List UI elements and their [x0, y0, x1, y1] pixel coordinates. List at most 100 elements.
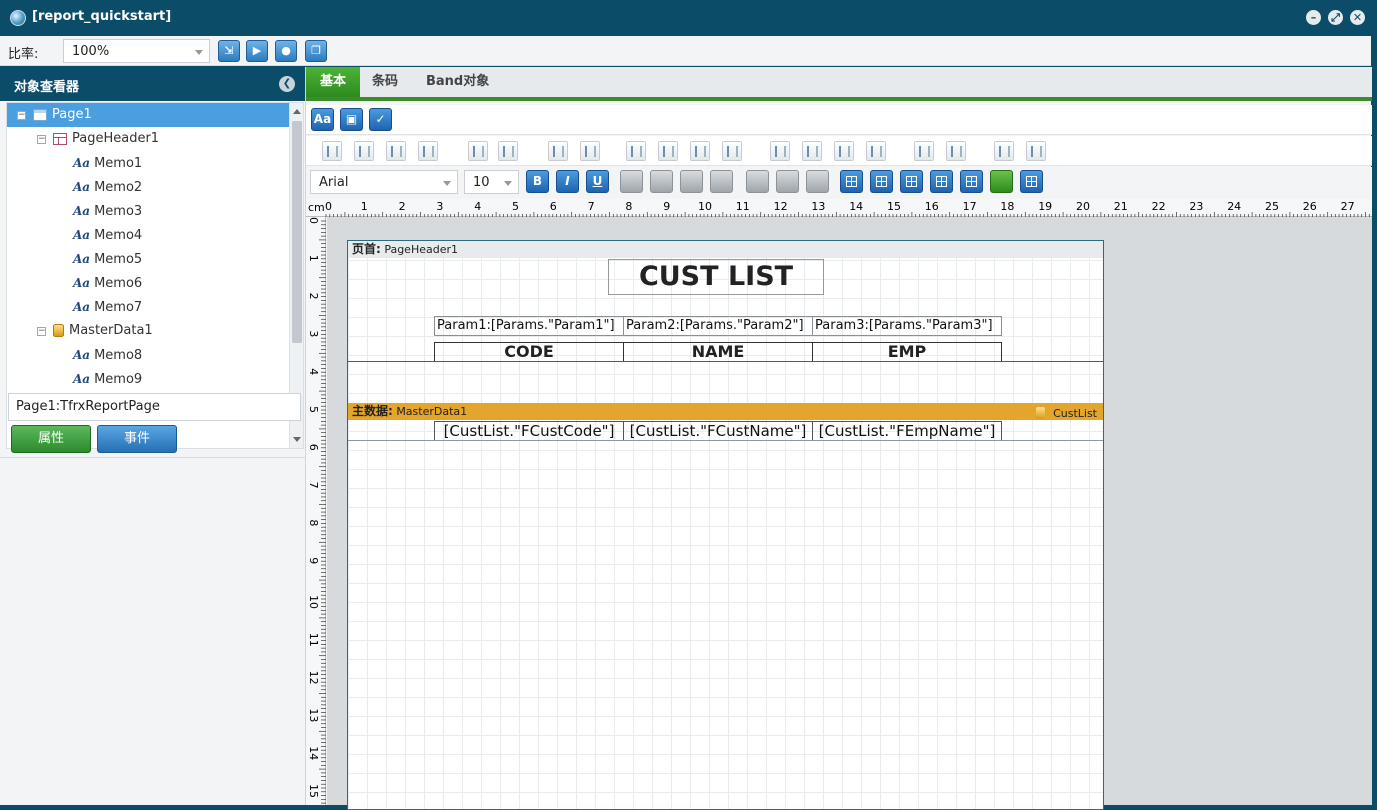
tree-item-memo3[interactable]: Aa Memo3 — [7, 199, 291, 223]
align-button-9[interactable] — [626, 141, 646, 161]
align-button-13[interactable] — [770, 141, 790, 161]
align-button-11[interactable] — [690, 141, 710, 161]
tree-item-masterdata1[interactable]: − MasterData1 — [7, 319, 291, 343]
ruler-tick-label: 12 — [307, 671, 320, 685]
scroll-down-icon[interactable] — [293, 437, 301, 442]
tree-item-memo6[interactable]: Aa Memo6 — [7, 271, 291, 295]
master-data-band[interactable]: 主数据: MasterData1 CustList — [348, 403, 1103, 420]
tree-item-memo9[interactable]: Aa Memo9 — [7, 367, 291, 391]
frame-button-1[interactable] — [840, 170, 863, 193]
ruler-tick-label: 5 — [512, 200, 519, 213]
align-button-8[interactable] — [580, 141, 600, 161]
align-button-17[interactable] — [914, 141, 934, 161]
text-align-button-7[interactable] — [806, 170, 829, 193]
frame-button-3[interactable] — [900, 170, 923, 193]
tree-item-memo5[interactable]: Aa Memo5 — [7, 247, 291, 271]
scrollbar-thumb[interactable] — [292, 121, 302, 343]
tree-item-memo2[interactable]: Aa Memo2 — [7, 175, 291, 199]
minimize-icon[interactable]: – — [1306, 10, 1321, 25]
field-custname-memo[interactable]: [CustList."FCustName"] — [623, 421, 813, 441]
memo-icon: Aa — [73, 348, 91, 362]
text-align-button-3[interactable] — [680, 170, 703, 193]
frame-button-7[interactable] — [1020, 170, 1043, 193]
param3-memo[interactable]: Param3:[Params."Param3"] — [812, 316, 1002, 336]
align-icon — [951, 146, 962, 157]
picture-object-button[interactable]: ▣ — [340, 108, 363, 131]
text-align-button-1[interactable] — [620, 170, 643, 193]
align-button-16[interactable] — [866, 141, 886, 161]
ruler-tick-label: 8 — [625, 200, 632, 213]
align-button-14[interactable] — [802, 141, 822, 161]
tree-item-page1[interactable]: − Page1 — [7, 103, 291, 127]
align-button-7[interactable] — [548, 141, 568, 161]
align-button-12[interactable] — [722, 141, 742, 161]
events-button[interactable]: 事件 — [97, 425, 177, 453]
align-icon — [807, 146, 818, 157]
text-align-button-2[interactable] — [650, 170, 673, 193]
page-header-band[interactable]: 页首: PageHeader1 — [348, 241, 1103, 258]
tab-barcode[interactable]: 条码 — [358, 67, 412, 97]
frame-icon — [906, 176, 917, 187]
underline-button[interactable]: U — [586, 170, 609, 193]
italic-button[interactable]: I — [556, 170, 579, 193]
frame-icon — [936, 176, 947, 187]
column-header-name[interactable]: NAME — [623, 342, 813, 362]
frame-button-6[interactable] — [990, 170, 1013, 193]
tree-item-pageheader1[interactable]: − PageHeader1 — [7, 127, 291, 151]
field-empname-memo[interactable]: [CustList."FEmpName"] — [812, 421, 1002, 441]
database-button[interactable]: ● — [275, 40, 297, 62]
ruler-tick-label: 17 — [963, 200, 977, 213]
param2-memo[interactable]: Param2:[Params."Param2"] — [623, 316, 813, 336]
param1-memo[interactable]: Param1:[Params."Param1"] — [434, 316, 624, 336]
collapse-left-icon[interactable]: ❮ — [279, 76, 295, 92]
tab-basic[interactable]: 基本 — [306, 67, 361, 97]
tree-item-memo7[interactable]: Aa Memo7 — [7, 295, 291, 319]
zoom-select[interactable]: 100% — [63, 39, 210, 63]
text-align-button-6[interactable] — [776, 170, 799, 193]
copy-button[interactable]: ❐ — [305, 40, 327, 62]
align-button-10[interactable] — [658, 141, 678, 161]
align-button-20[interactable] — [1026, 141, 1046, 161]
align-button-18[interactable] — [946, 141, 966, 161]
column-header-code[interactable]: CODE — [434, 342, 624, 362]
align-button-6[interactable] — [498, 141, 518, 161]
text-align-button-4[interactable] — [710, 170, 733, 193]
tree-item-label: Memo6 — [94, 276, 143, 291]
export-button[interactable]: ⇲ — [218, 40, 240, 62]
frame-button-2[interactable] — [870, 170, 893, 193]
report-title-memo[interactable]: CUST LIST — [608, 259, 824, 295]
frame-button-4[interactable] — [930, 170, 953, 193]
bold-button[interactable]: B — [526, 170, 549, 193]
align-button-5[interactable] — [468, 141, 488, 161]
align-button-1[interactable] — [322, 141, 342, 161]
text-object-button[interactable]: Aa — [311, 108, 334, 131]
tree-item-memo4[interactable]: Aa Memo4 — [7, 223, 291, 247]
tree-collapse-icon[interactable]: − — [37, 135, 46, 144]
tree-collapse-icon[interactable]: − — [17, 111, 26, 120]
text-align-button-5[interactable] — [746, 170, 769, 193]
tree-collapse-icon[interactable]: − — [37, 327, 46, 336]
tab-band-objects[interactable]: Band对象 — [412, 67, 503, 97]
align-icon — [359, 146, 370, 157]
align-button-15[interactable] — [834, 141, 854, 161]
font-name-select[interactable]: Arial — [310, 170, 458, 194]
align-button-3[interactable] — [386, 141, 406, 161]
report-page[interactable]: 页首: PageHeader1 CUST LIST Param1:[Params… — [347, 240, 1104, 810]
frame-button-5[interactable] — [960, 170, 983, 193]
tree-item-memo1[interactable]: Aa Memo1 — [7, 151, 291, 175]
align-icon — [999, 146, 1010, 157]
properties-button[interactable]: 属性 — [11, 425, 91, 453]
tree-item-memo8[interactable]: Aa Memo8 — [7, 343, 291, 367]
scroll-up-icon[interactable] — [293, 109, 301, 114]
preview-button[interactable]: ▶ — [246, 40, 268, 62]
close-icon[interactable]: ✕ — [1350, 10, 1365, 25]
align-button-2[interactable] — [354, 141, 374, 161]
column-header-emp[interactable]: EMP — [812, 342, 1002, 362]
maximize-icon[interactable]: ⤢ — [1328, 10, 1343, 25]
align-button-4[interactable] — [418, 141, 438, 161]
font-size-select[interactable]: 10 — [464, 170, 519, 194]
align-button-19[interactable] — [994, 141, 1014, 161]
selected-object-field[interactable]: Page1:TfrxReportPage — [8, 393, 301, 421]
field-custcode-memo[interactable]: [CustList."FCustCode"] — [434, 421, 624, 441]
checkbox-object-button[interactable]: ✓ — [369, 108, 392, 131]
